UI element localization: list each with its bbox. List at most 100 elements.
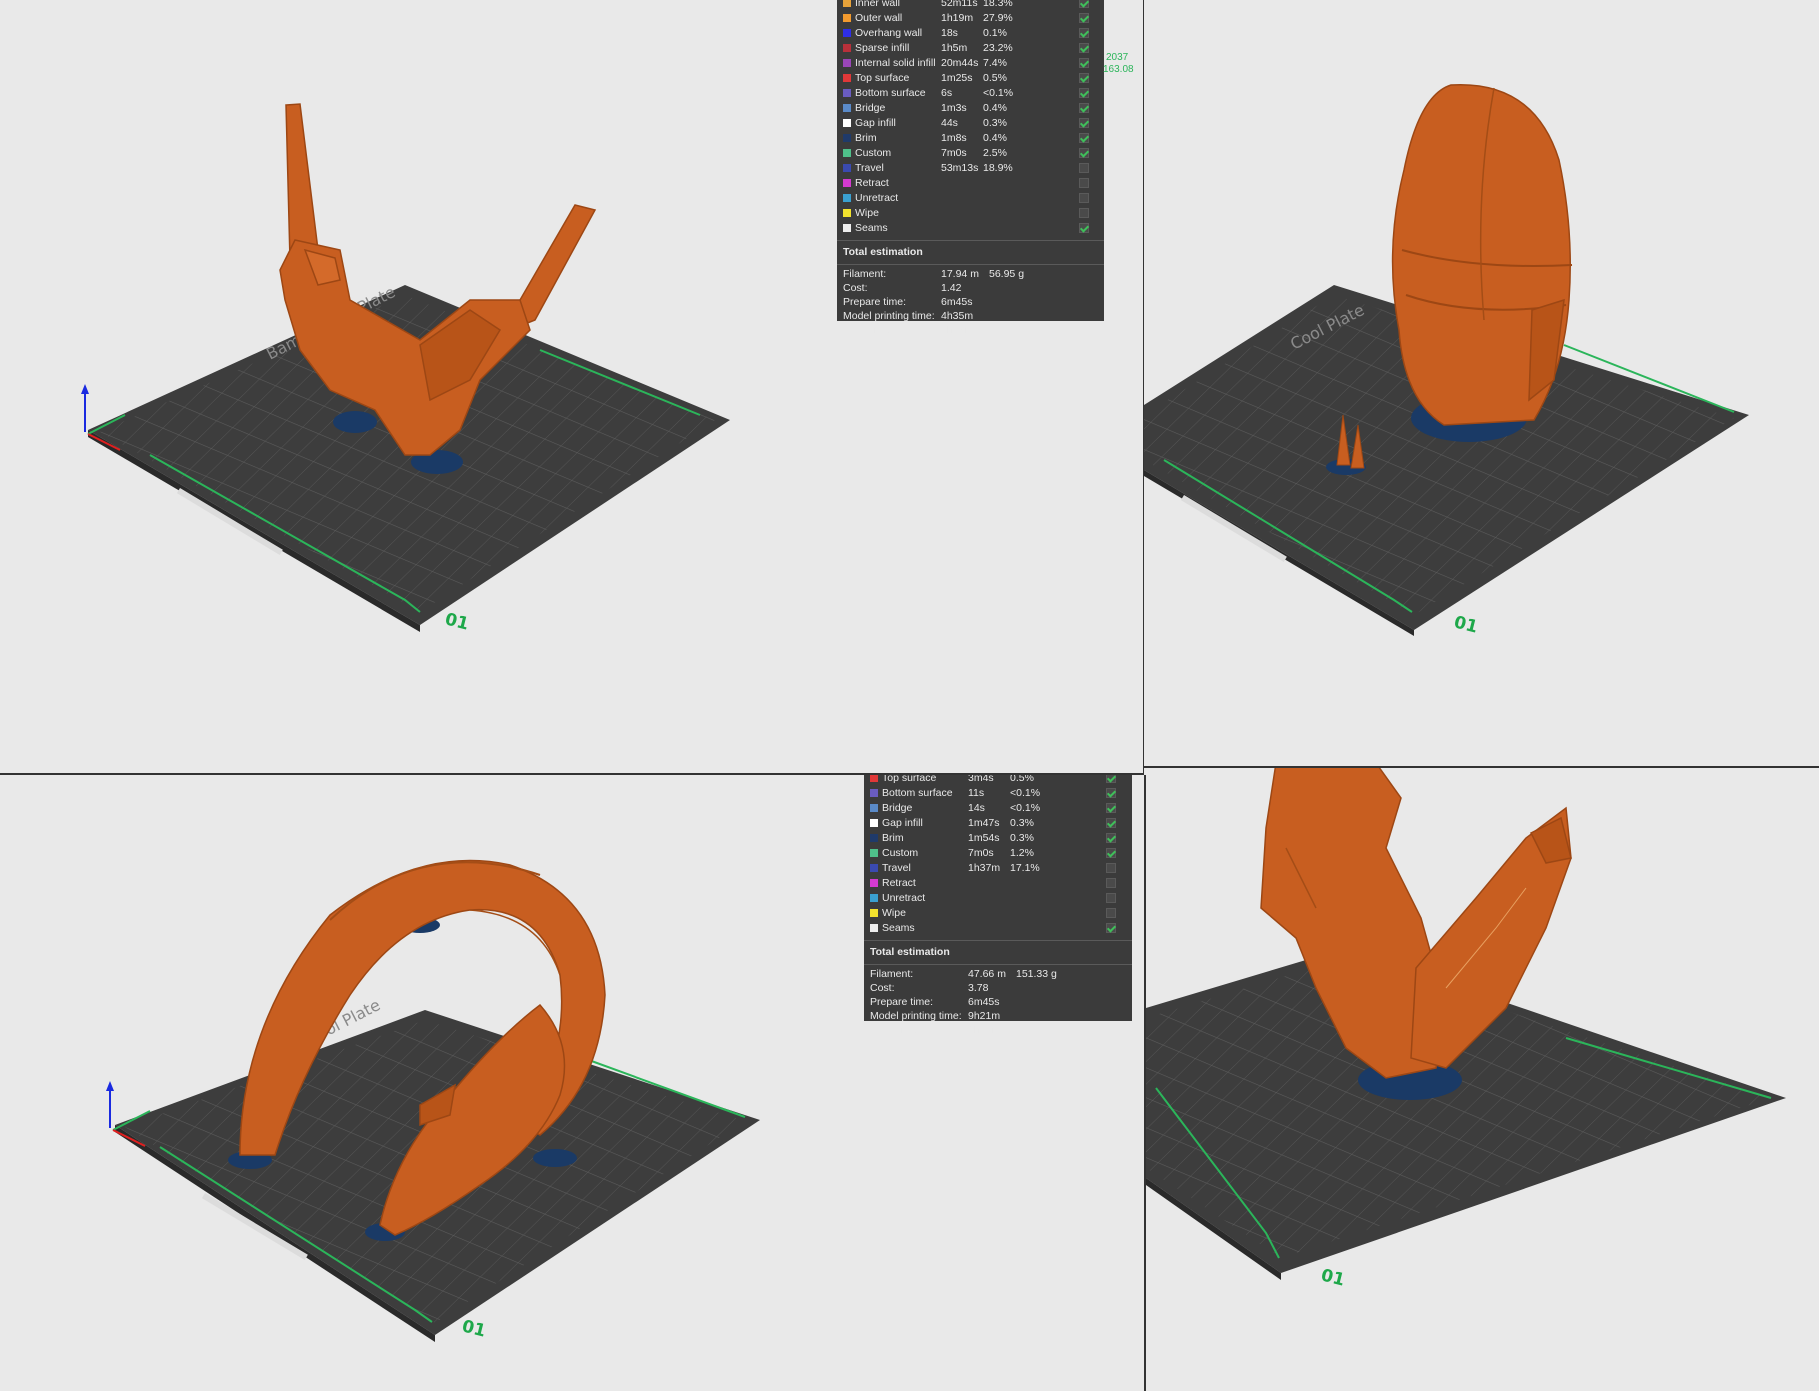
visibility-checkbox[interactable] bbox=[1106, 878, 1116, 888]
viewport-bottom-left[interactable]: Cool Plate 01 Top surface 3m4s 0.5% Bottom … bbox=[0, 775, 1144, 1391]
legend-row[interactable]: Bridge 14s <0.1% bbox=[864, 801, 1132, 816]
feature-name: Overhang wall bbox=[855, 27, 923, 39]
legend-row[interactable]: Travel 53m13s 18.9% bbox=[837, 161, 1104, 176]
visibility-checkbox[interactable] bbox=[1079, 118, 1089, 128]
legend-row[interactable]: Brim 1m54s 0.3% bbox=[864, 831, 1132, 846]
visibility-checkbox[interactable] bbox=[1079, 88, 1089, 98]
feature-name: Bridge bbox=[855, 102, 886, 114]
legend-row[interactable]: Bridge 1m3s 0.4% bbox=[837, 101, 1104, 116]
color-swatch bbox=[843, 164, 851, 172]
visibility-checkbox[interactable] bbox=[1079, 13, 1089, 23]
visibility-checkbox[interactable] bbox=[1106, 803, 1116, 813]
visibility-checkbox[interactable] bbox=[1106, 848, 1116, 858]
visibility-checkbox[interactable] bbox=[1079, 58, 1089, 68]
feature-percent: <0.1% bbox=[1010, 787, 1041, 799]
stat-row: Cost: 1.42 bbox=[837, 281, 1104, 295]
color-swatch bbox=[843, 179, 851, 187]
visibility-checkbox[interactable] bbox=[1106, 833, 1116, 843]
feature-time: 7m0s bbox=[941, 147, 967, 159]
feature-time: 1h19m bbox=[941, 12, 974, 24]
legend-row[interactable]: Top surface 1m25s 0.5% bbox=[837, 71, 1104, 86]
feature-name: Retract bbox=[855, 177, 889, 189]
stat-value: 47.66 m bbox=[968, 968, 1006, 980]
stat-label: Total time: bbox=[870, 1024, 918, 1036]
feature-name: Gap infill bbox=[855, 117, 896, 129]
visibility-checkbox[interactable] bbox=[1079, 28, 1089, 38]
visibility-checkbox[interactable] bbox=[1079, 163, 1089, 173]
legend-row[interactable]: Internal solid infill 20m44s 7.4% bbox=[837, 56, 1104, 71]
feature-time: 1m8s bbox=[941, 132, 967, 144]
legend-row[interactable]: Unretract bbox=[837, 191, 1104, 206]
legend-row[interactable]: Seams bbox=[864, 921, 1132, 936]
scene-bottom-right[interactable] bbox=[1146, 768, 1819, 1391]
feature-percent: 0.3% bbox=[983, 117, 1007, 129]
visibility-checkbox[interactable] bbox=[1106, 923, 1116, 933]
feature-percent: 18.9% bbox=[983, 162, 1013, 174]
legend-row[interactable]: Top surface 3m4s 0.5% bbox=[864, 775, 1132, 786]
legend-row[interactable]: Gap infill 1m47s 0.3% bbox=[864, 816, 1132, 831]
visibility-checkbox[interactable] bbox=[1106, 788, 1116, 798]
feature-time: 1m3s bbox=[941, 102, 967, 114]
legend-row[interactable]: Inner wall 52m11s 18.3% bbox=[837, 0, 1104, 11]
viewport-bottom-right[interactable]: 01 bbox=[1146, 768, 1819, 1391]
visibility-checkbox[interactable] bbox=[1106, 863, 1116, 873]
legend-panel-top[interactable]: Inner wall 52m11s 18.3% Outer wall 1h19m 27.9… bbox=[837, 0, 1104, 336]
feature-percent: 18.3% bbox=[983, 0, 1013, 9]
legend-row[interactable]: Wipe bbox=[864, 906, 1132, 921]
color-swatch bbox=[870, 775, 878, 782]
visibility-checkbox[interactable] bbox=[1106, 818, 1116, 828]
legend-row[interactable]: Seams bbox=[837, 221, 1104, 236]
visibility-checkbox[interactable] bbox=[1079, 103, 1089, 113]
legend-panel-bottom[interactable]: Top surface 3m4s 0.5% Bottom surface 11s <0.1… bbox=[864, 775, 1132, 1036]
legend-row[interactable]: Bottom surface 11s <0.1% bbox=[864, 786, 1132, 801]
model-part-helmet-shell[interactable] bbox=[1391, 83, 1573, 426]
feature-percent: 0.5% bbox=[1010, 775, 1034, 784]
legend-row[interactable]: Retract bbox=[864, 876, 1132, 891]
visibility-checkbox[interactable] bbox=[1079, 178, 1089, 188]
visibility-checkbox[interactable] bbox=[1106, 908, 1116, 918]
legend-row[interactable]: Brim 1m8s 0.4% bbox=[837, 131, 1104, 146]
visibility-checkbox[interactable] bbox=[1079, 193, 1089, 203]
legend-row[interactable]: Retract bbox=[837, 176, 1104, 191]
feature-time: 1m54s bbox=[968, 832, 1000, 844]
visibility-checkbox[interactable] bbox=[1079, 0, 1089, 8]
visibility-checkbox[interactable] bbox=[1079, 133, 1089, 143]
viewport-top-left[interactable]: Bambu Cool Plate 01 Inner wall52m11s18.3… bbox=[0, 0, 1143, 773]
feature-name: Custom bbox=[882, 847, 919, 859]
visibility-checkbox[interactable] bbox=[1079, 148, 1089, 158]
feature-percent: 17.1% bbox=[1010, 862, 1040, 874]
legend-row[interactable]: Outer wall 1h19m 27.9% bbox=[837, 11, 1104, 26]
feature-time: 53m13s bbox=[941, 162, 979, 174]
legend-row[interactable]: Travel 1h37m 17.1% bbox=[864, 861, 1132, 876]
z-axis-arrow bbox=[106, 1081, 114, 1091]
layer-number-upper: 2037 bbox=[1106, 52, 1129, 63]
visibility-checkbox[interactable] bbox=[1079, 223, 1089, 233]
feature-percent: 27.9% bbox=[983, 12, 1013, 24]
legend-row[interactable]: Wipe bbox=[837, 206, 1104, 221]
color-swatch bbox=[843, 104, 851, 112]
color-swatch bbox=[843, 119, 851, 127]
legend-rows: Inner wall 52m11s 18.3% Outer wall 1h19m 27.9… bbox=[837, 0, 1104, 236]
legend-row[interactable]: Overhang wall 18s 0.1% bbox=[837, 26, 1104, 41]
visibility-checkbox[interactable] bbox=[1079, 208, 1089, 218]
feature-name: Travel bbox=[855, 162, 884, 174]
stat-label: Cost: bbox=[870, 982, 895, 994]
viewport-top-right[interactable]: Cool Plate 01 bbox=[1144, 0, 1819, 766]
feature-percent: 1.2% bbox=[1010, 847, 1034, 859]
legend-row[interactable]: Bottom surface 6s <0.1% bbox=[837, 86, 1104, 101]
divider-horizontal-right bbox=[1144, 766, 1819, 768]
z-axis-arrow bbox=[81, 384, 89, 394]
legend-row[interactable]: Unretract bbox=[864, 891, 1132, 906]
color-swatch bbox=[870, 834, 878, 842]
legend-row[interactable]: Custom 7m0s 1.2% bbox=[864, 846, 1132, 861]
visibility-checkbox[interactable] bbox=[1106, 775, 1116, 783]
legend-row[interactable]: Custom 7m0s 2.5% bbox=[837, 146, 1104, 161]
stat-row: Prepare time: 6m45s bbox=[864, 995, 1132, 1009]
stat-label: Cost: bbox=[843, 282, 868, 294]
visibility-checkbox[interactable] bbox=[1079, 73, 1089, 83]
scene-top-right[interactable]: Cool Plate bbox=[1144, 0, 1819, 766]
visibility-checkbox[interactable] bbox=[1079, 43, 1089, 53]
legend-row[interactable]: Gap infill 44s 0.3% bbox=[837, 116, 1104, 131]
visibility-checkbox[interactable] bbox=[1106, 893, 1116, 903]
legend-row[interactable]: Sparse infill 1h5m 23.2% bbox=[837, 41, 1104, 56]
